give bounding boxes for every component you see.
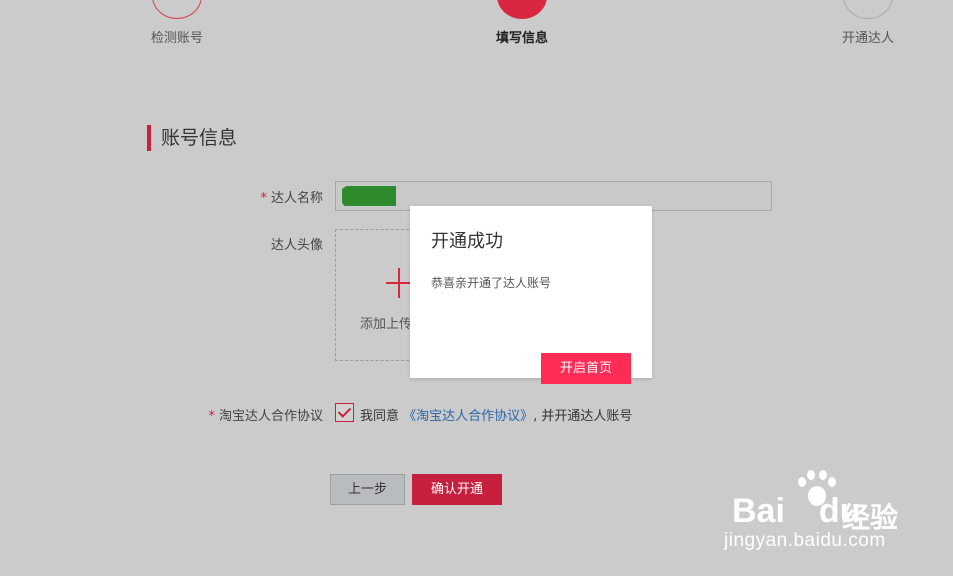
agreement-link[interactable]: 《淘宝达人合作协议》 xyxy=(403,409,533,424)
agreement-text: 我同意 《淘宝达人合作协议》, 并开通达人账号 xyxy=(360,405,632,424)
confirm-open-button[interactable]: 确认开通 xyxy=(412,474,502,505)
avatar-label: 达人头像 xyxy=(270,238,323,253)
required-mark: * xyxy=(208,409,215,424)
redacted-name xyxy=(342,186,396,206)
name-label: * 达人名称 xyxy=(260,187,323,206)
step-label: 填写信息 xyxy=(495,31,549,46)
agreement-checkbox[interactable] xyxy=(335,403,354,422)
agree-suffix: , 并开通达人账号 xyxy=(533,409,633,424)
plus-icon xyxy=(386,268,412,298)
required-mark: * xyxy=(260,191,267,206)
step-circle xyxy=(152,0,202,19)
agree-prefix: 我同意 xyxy=(360,409,400,424)
dialog-message: 恭喜亲开通了达人账号 xyxy=(431,276,552,290)
prev-step-button[interactable]: 上一步 xyxy=(330,474,405,505)
watermark-url: jingyan.baidu.com xyxy=(724,530,886,551)
agreement-label-text: 淘宝达人合作协议 xyxy=(218,409,323,424)
success-dialog: 开通成功 恭喜亲开通了达人账号 开启首页 xyxy=(410,206,652,384)
dialog-title: 开通成功 xyxy=(431,231,503,252)
open-homepage-button[interactable]: 开启首页 xyxy=(541,353,631,384)
step-circle xyxy=(843,0,893,19)
step-label: 检测账号 xyxy=(150,31,204,46)
name-label-text: 达人名称 xyxy=(270,191,323,206)
check-icon xyxy=(337,404,352,418)
baidu-jingyan-watermark: Bai du 经验 jingyan.baidu.com xyxy=(724,468,945,568)
paw-icon xyxy=(794,468,838,512)
step-circle-active xyxy=(497,0,547,19)
upload-text: 添加上传 xyxy=(360,317,413,332)
section-title: 账号信息 xyxy=(147,125,237,151)
step-label: 开通达人 xyxy=(841,31,895,46)
agreement-label: * 淘宝达人合作协议 xyxy=(208,405,323,424)
